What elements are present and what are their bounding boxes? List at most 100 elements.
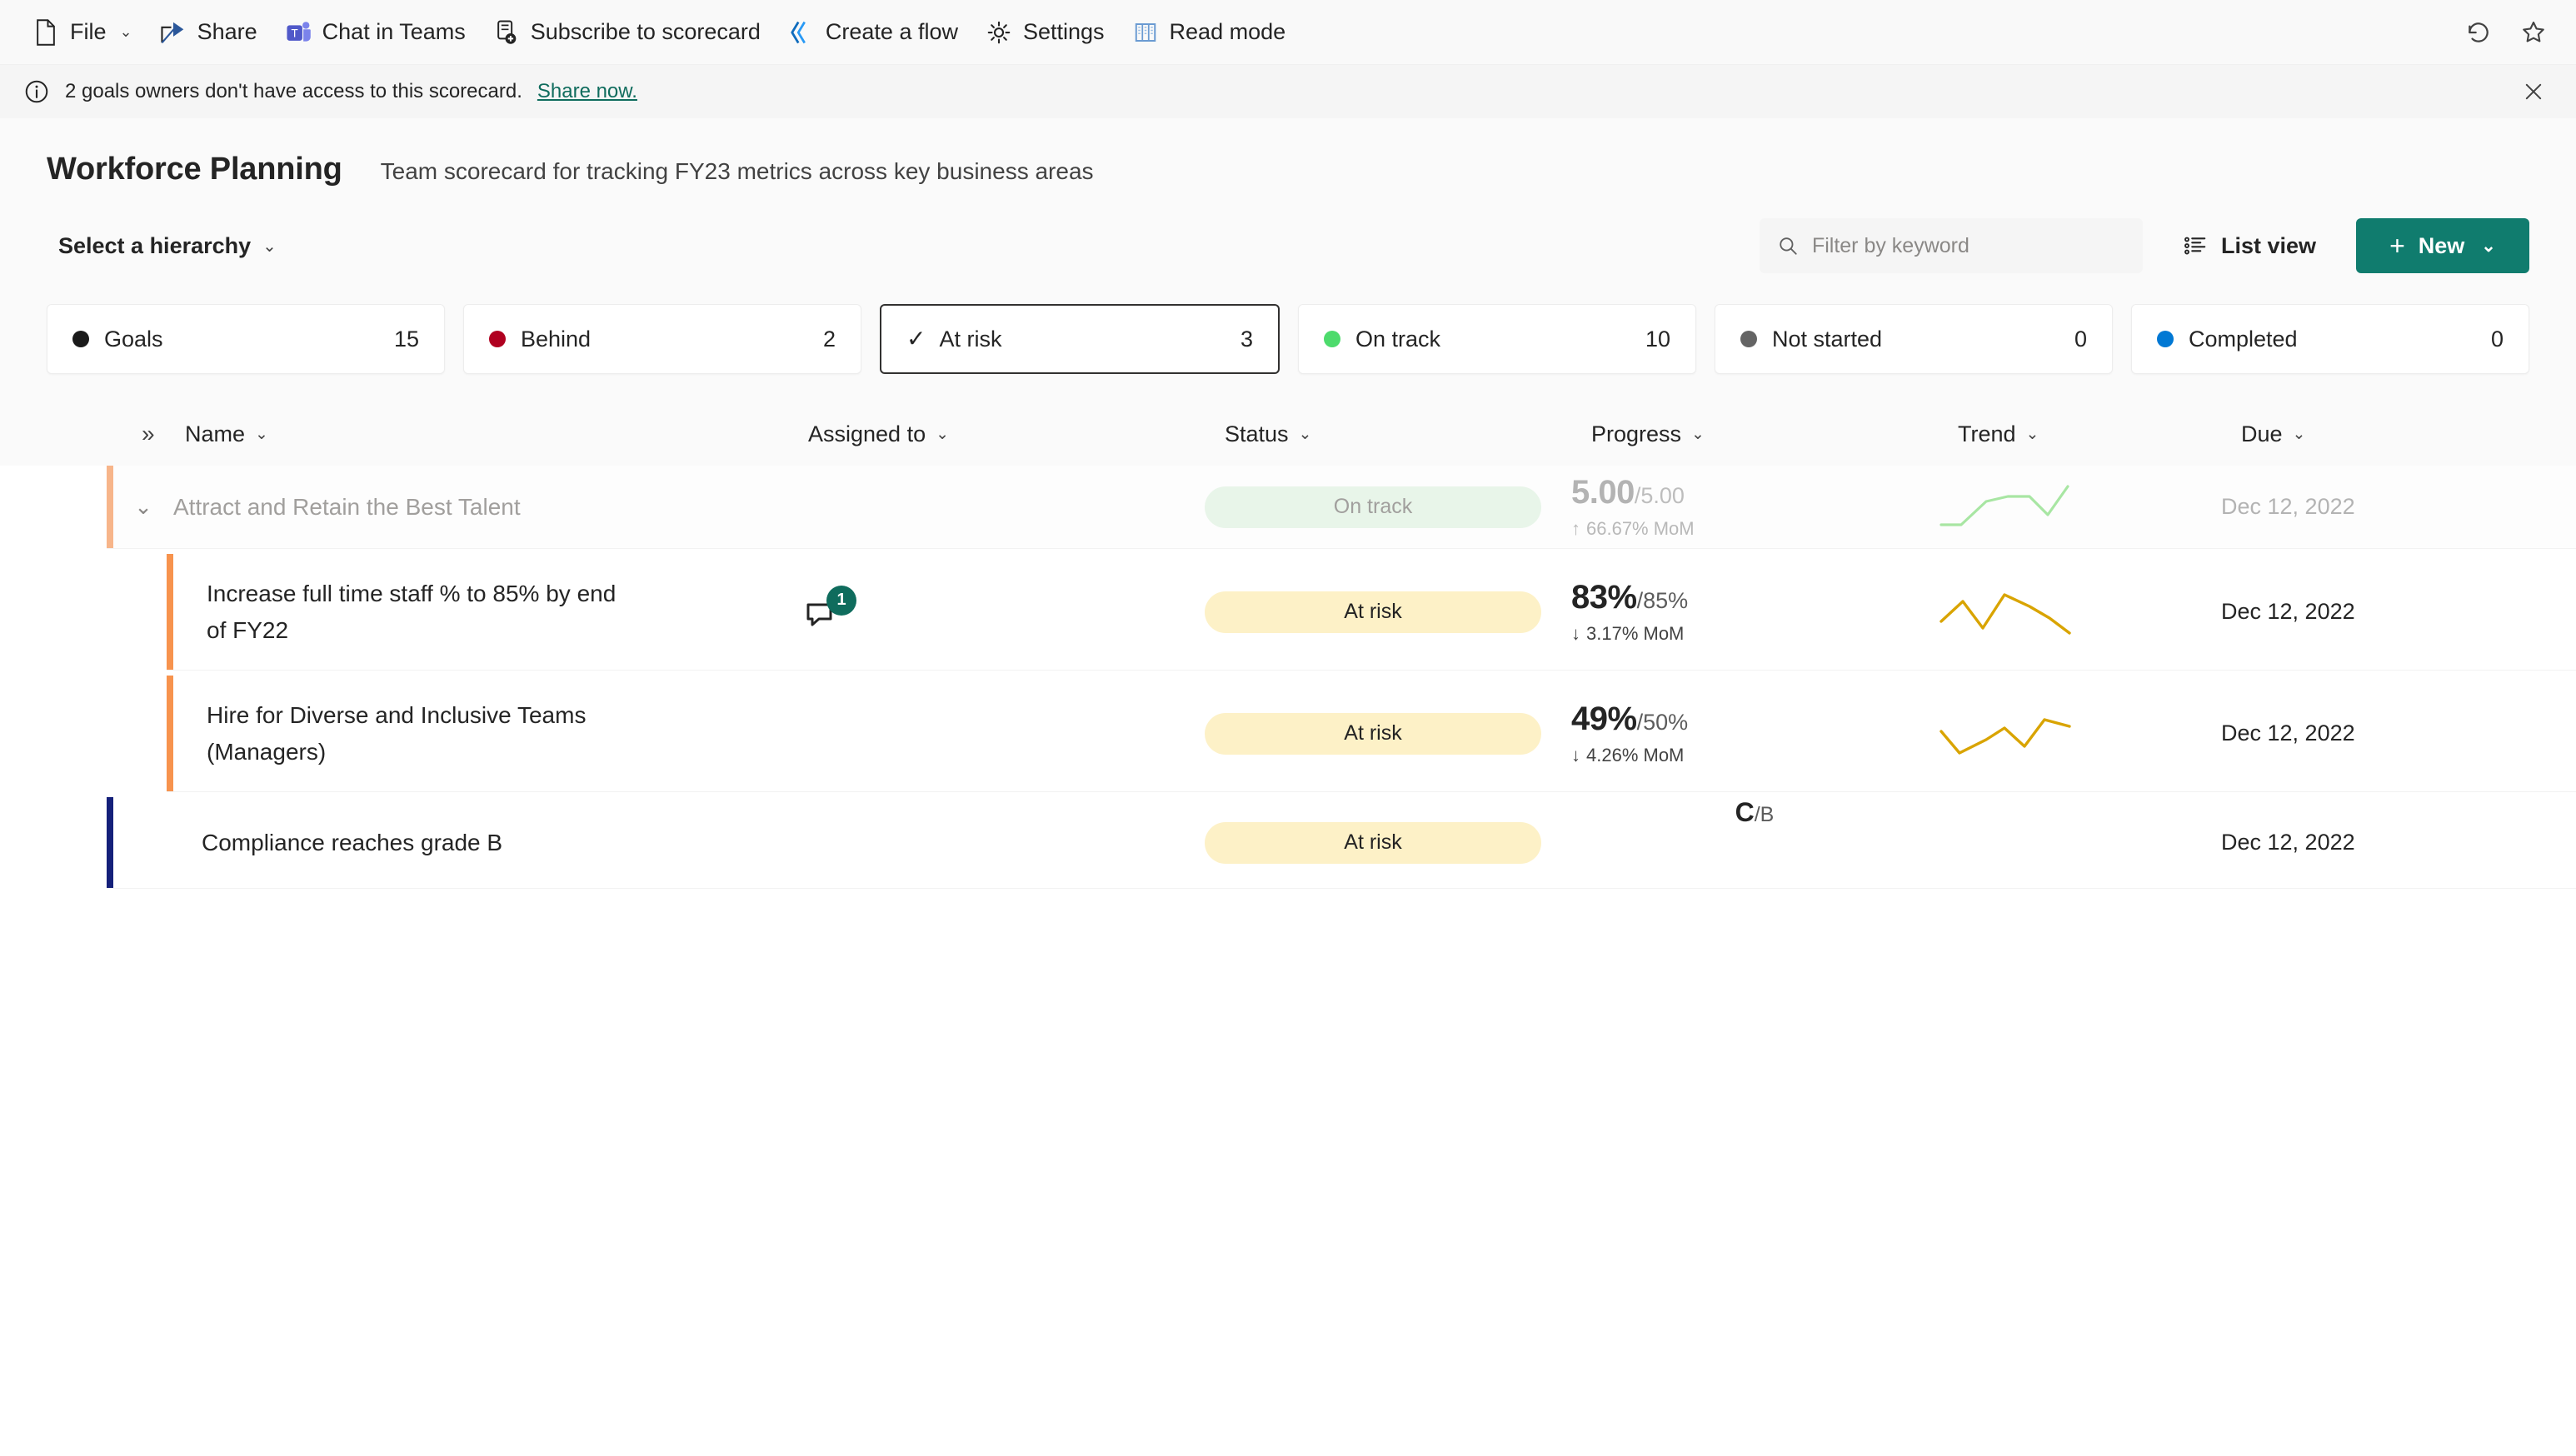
progress-target: /50%	[1636, 710, 1689, 735]
favorite-button[interactable]	[2509, 9, 2558, 56]
filter-pill-not-started[interactable]: Not started 0	[1715, 304, 2113, 374]
filter-search-box[interactable]	[1759, 218, 2143, 273]
column-header-due-label: Due	[2241, 421, 2283, 446]
progress-current: C	[1735, 797, 1755, 827]
status-dot-icon	[489, 331, 506, 347]
gear-icon	[985, 18, 1013, 47]
row-status-cell: On track	[1205, 466, 1571, 548]
chevron-down-icon: ⌄	[262, 237, 277, 256]
info-icon	[23, 78, 50, 105]
filter-pill-label: Behind	[521, 326, 592, 352]
row-progress-cell: 83% /85% ↓ 3.17% MoM	[1571, 554, 1938, 670]
progress-target: /5.00	[1634, 483, 1685, 508]
filter-pill-at-risk[interactable]: ✓ At risk 3	[880, 304, 1280, 374]
status-badge[interactable]: At risk	[1205, 712, 1541, 755]
teams-icon: T	[284, 18, 312, 47]
table-row[interactable]: Compliance reaches grade B At risk C /B …	[107, 797, 2576, 889]
command-share-label: Share	[197, 19, 257, 44]
row-accent-bar	[167, 676, 173, 791]
table-row[interactable]: Hire for Diverse and Inclusive Teams (Ma…	[167, 676, 2576, 792]
progress-mom: ↓ 4.26% MoM	[1571, 745, 1684, 766]
comment-badge[interactable]: 1	[803, 585, 856, 637]
progress-mom-text: 66.67% MoM	[1586, 518, 1695, 539]
command-subscribe-to-scorecard[interactable]: Subscribe to scorecard	[479, 9, 774, 56]
column-header-name[interactable]: Name ⌄	[133, 421, 808, 447]
progress-mom: ↑ 66.67% MoM	[1571, 518, 1695, 540]
page-subtitle: Team scorecard for tracking FY23 metrics…	[380, 158, 1094, 184]
search-icon	[1777, 235, 1799, 257]
power-automate-icon	[787, 18, 816, 47]
command-share[interactable]: Share	[146, 9, 271, 56]
row-due-cell: Dec 12, 2022	[2221, 599, 2355, 624]
column-header-status[interactable]: Status ⌄	[1225, 421, 1591, 447]
checkmark-icon: ✓	[906, 326, 926, 352]
command-file[interactable]: File ⌄	[18, 9, 146, 56]
table-row[interactable]: ⌄ Attract and Retain the Best Talent On …	[107, 466, 2576, 549]
toolbar-row: Select a hierarchy ⌄ List view + New ⌄	[47, 212, 2529, 279]
status-badge[interactable]: On track	[1205, 486, 1541, 528]
status-badge[interactable]: At risk	[1205, 821, 1541, 864]
filter-pill-behind[interactable]: Behind 2	[463, 304, 861, 374]
command-bar-right-group	[2454, 9, 2558, 56]
share-now-link[interactable]: Share now.	[537, 80, 637, 103]
trend-sparkline	[1939, 484, 2069, 526]
row-progress-cell: 5.00 /5.00 ↑ 66.67% MoM	[1571, 466, 1938, 548]
trend-sparkline	[1939, 592, 2071, 635]
progress-mom-text: 3.17% MoM	[1586, 623, 1685, 644]
chevron-down-icon: ⌄	[2025, 425, 2039, 443]
column-header-due[interactable]: Due ⌄	[2241, 421, 2516, 447]
filter-pill-label: At risk	[939, 326, 1002, 352]
column-header-status-label: Status	[1225, 421, 1289, 446]
column-header-trend[interactable]: Trend ⌄	[1958, 421, 2241, 447]
toolbar-right-group: List view + New ⌄	[1759, 218, 2529, 273]
filter-pill-goals[interactable]: Goals 15	[47, 304, 445, 374]
chevron-down-icon: ⌄	[255, 425, 268, 443]
row-trend-cell	[1938, 466, 2221, 548]
row-expand-twisty[interactable]: ⌄	[113, 494, 173, 520]
row-name-cell: Compliance reaches grade B	[113, 797, 788, 888]
hierarchy-selector[interactable]: Select a hierarchy ⌄	[47, 225, 288, 267]
command-read-mode-label: Read mode	[1169, 19, 1286, 44]
row-name-cell: ⌄ Attract and Retain the Best Talent	[113, 466, 788, 548]
close-icon[interactable]	[2514, 72, 2553, 111]
status-badge[interactable]: At risk	[1205, 591, 1541, 633]
filter-pill-count: 15	[393, 326, 419, 352]
row-due-cell: Dec 12, 2022	[2221, 494, 2355, 519]
progress-current: 5.00	[1571, 474, 1635, 511]
new-button-label: New	[2418, 232, 2465, 258]
command-subscribe-label: Subscribe to scorecard	[530, 19, 761, 44]
row-accent-bar	[107, 797, 113, 888]
filter-pill-on-track[interactable]: On track 10	[1298, 304, 1696, 374]
goal-name: Hire for Diverse and Inclusive Teams (Ma…	[207, 701, 587, 765]
filter-pill-completed[interactable]: Completed 0	[2131, 304, 2529, 374]
row-assigned-cell	[788, 466, 1205, 548]
chevron-down-icon: ⌄	[119, 23, 132, 40]
command-create-a-flow[interactable]: Create a flow	[774, 9, 971, 56]
expand-all-icon[interactable]: »	[142, 421, 155, 447]
trend-arrow-icon: ↓	[1571, 745, 1580, 765]
history-button[interactable]	[2454, 9, 2503, 56]
new-button[interactable]: + New ⌄	[2356, 218, 2529, 273]
table-row[interactable]: Increase full time staff % to 85% by end…	[167, 554, 2576, 671]
trend-arrow-icon: ↓	[1571, 623, 1580, 644]
svg-text:T: T	[291, 27, 297, 39]
column-header-progress[interactable]: Progress ⌄	[1591, 421, 1958, 447]
list-view-button[interactable]: List view	[2171, 223, 2328, 269]
chevron-down-icon: ⌄	[2481, 236, 2496, 256]
search-input[interactable]	[1811, 233, 2125, 258]
row-assigned-cell: 1	[788, 554, 1205, 670]
command-read-mode[interactable]: Read mode	[1118, 9, 1300, 56]
row-status-cell: At risk	[1205, 797, 1571, 888]
command-settings[interactable]: Settings	[971, 9, 1118, 56]
command-chat-in-teams[interactable]: T Chat in Teams	[271, 9, 479, 56]
message-bar: 2 goals owners don't have access to this…	[0, 65, 2576, 118]
message-bar-text: 2 goals owners don't have access to this…	[65, 80, 522, 102]
command-flow-label: Create a flow	[825, 19, 958, 44]
row-due-cell: Dec 12, 2022	[2221, 721, 2355, 745]
filter-pill-count: 2	[822, 326, 836, 352]
column-header-assigned-to[interactable]: Assigned to ⌄	[808, 421, 1225, 447]
row-trend-cell	[1938, 676, 2221, 791]
history-icon	[2464, 18, 2493, 47]
page-header: Workforce Planning Team scorecard for tr…	[0, 118, 2576, 279]
table-body: ⌄ Attract and Retain the Best Talent On …	[0, 466, 2576, 889]
